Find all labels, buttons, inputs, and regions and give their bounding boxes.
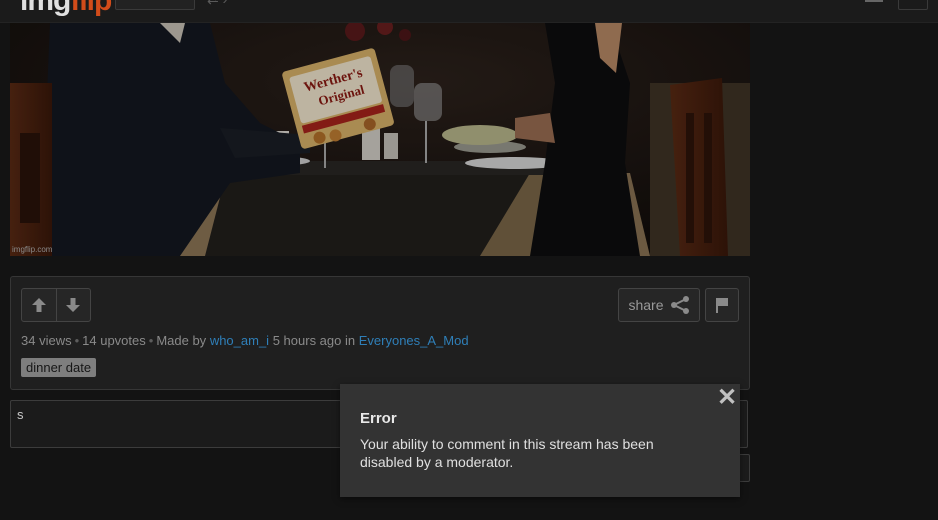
logo-text-img: img [20,0,71,17]
logo-text-flip: flip [70,0,112,17]
flag-icon [716,298,728,313]
image-watermark: imgflip.com [12,245,53,254]
site-logo[interactable]: imgflip [20,0,112,18]
author-link[interactable]: who_am_i [210,333,269,348]
view-count: 34 views [21,333,72,348]
arrow-down-icon [66,298,81,312]
top-nav-bar: imgflip ⇄ › [0,0,938,23]
flag-button[interactable] [705,288,739,322]
arrow-up-icon [31,298,46,312]
post-info-panel: share 34 views • 14 upvotes • Made by who_am… [10,276,750,390]
share-label: share [628,297,664,313]
tag-dinner-date[interactable]: dinner date [21,358,97,377]
close-icon[interactable]: ✕ [717,386,737,410]
post-meta: 34 views • 14 upvotes • Made by who_am_i 5 h… [21,333,469,348]
user-menu-button[interactable] [898,0,928,10]
make-meme-button[interactable] [115,0,195,10]
share-icon [670,296,689,314]
error-popup: ✕ Error Your ability to comment in this … [340,384,740,497]
popup-message: Your ability to comment in this stream h… [360,436,654,470]
hamburger-menu-icon[interactable] [865,0,883,2]
random-shuffle-icon[interactable]: ⇄ › [207,0,227,6]
popup-title: Error [360,410,397,427]
upvote-button[interactable] [22,289,56,321]
made-by-label: Made by [156,333,207,348]
share-button[interactable]: share [618,288,700,322]
meme-photo-scene: Werther's Original [10,23,750,256]
stream-link[interactable]: Everyones_A_Mod [359,333,469,348]
post-time: 5 hours ago in [272,333,356,348]
downvote-button[interactable] [55,289,91,321]
vote-buttons [21,288,91,322]
upvote-count: 14 upvotes [82,333,146,348]
meme-image: Werther's Original imgflip.com [10,23,750,256]
